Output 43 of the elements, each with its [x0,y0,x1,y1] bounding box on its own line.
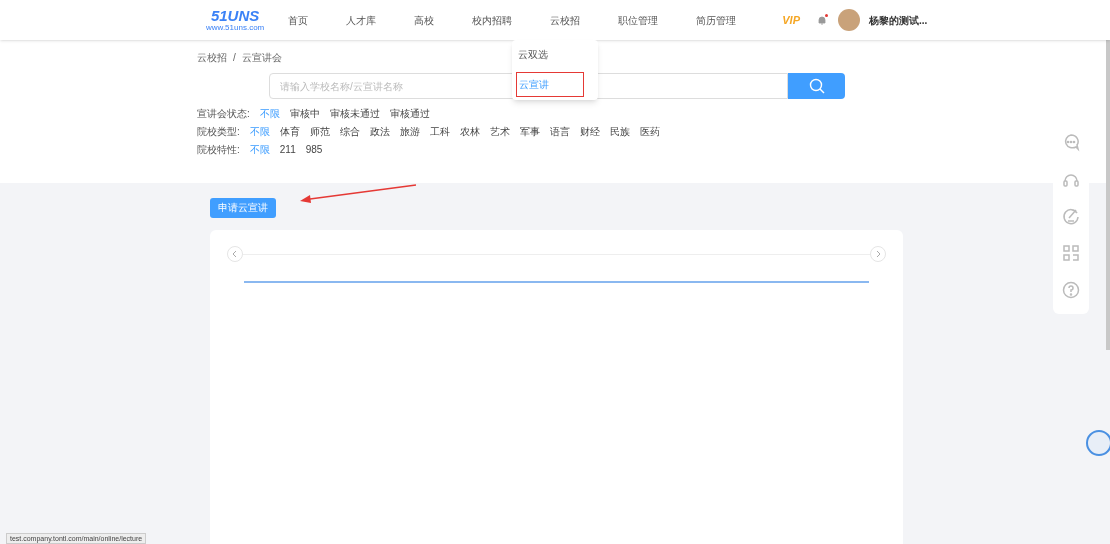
nav-link[interactable]: 高校 [414,12,435,28]
filter-option[interactable]: 211 [279,144,296,156]
breadcrumb-current: 云宣讲会 [241,51,282,65]
logo[interactable]: 51UNS www.51uns.com [206,8,265,32]
user-name[interactable]: 杨黎的测试... [869,12,928,28]
dropdown-item[interactable]: 云双选 [516,43,594,66]
nav-link[interactable]: 校内招聘 [472,12,513,28]
help-icon[interactable] [1061,279,1081,300]
qr-code-icon[interactable] [1061,242,1081,263]
filter-option[interactable]: 财经 [579,126,600,138]
filter-option[interactable]: 医药 [639,126,660,138]
filter-option[interactable]: 审核中 [289,108,320,120]
filter-option[interactable]: 政法 [369,126,390,138]
filter-option[interactable]: 体育 [279,126,300,138]
nav-link[interactable]: 首页 [288,12,309,28]
user-avatar[interactable] [838,9,860,31]
search-icon [808,78,825,94]
filter-option[interactable]: 审核未通过 [329,108,380,120]
helper-avatar[interactable] [1086,430,1110,456]
chevron-left-icon[interactable] [227,246,243,262]
nav-link[interactable]: 职位管理 [618,12,659,28]
filter-label: 院校类型: [197,126,240,138]
filter-option[interactable]: 军事 [519,126,540,138]
filter-option[interactable]: 综合 [339,126,360,138]
filter-option[interactable]: 语言 [549,126,570,138]
filter-option[interactable]: 旅游 [399,126,420,138]
breadcrumb-separator: / [233,51,236,65]
filter-option[interactable]: 民族 [609,126,630,138]
filter-label: 院校特性: [197,144,240,156]
bell-icon[interactable] [818,16,826,25]
breadcrumb-link[interactable]: 云校招 [197,50,227,65]
filter-option[interactable]: 农林 [459,126,480,138]
filter-label: 宣讲会状态: [197,108,250,120]
filter-option[interactable]: 工科 [429,126,450,138]
filter-option[interactable]: 艺术 [489,126,510,138]
filter-option[interactable]: 审核通过 [389,108,430,120]
filter-option[interactable]: 985 [305,144,323,156]
nav-link[interactable]: 简历管理 [696,12,737,28]
nav-link[interactable]: 人才库 [346,12,377,28]
nav-link[interactable]: 云校招 [550,12,581,28]
chevron-right-icon[interactable] [870,246,886,262]
search-button[interactable] [788,73,845,99]
filter-option[interactable]: 师范 [309,126,330,138]
